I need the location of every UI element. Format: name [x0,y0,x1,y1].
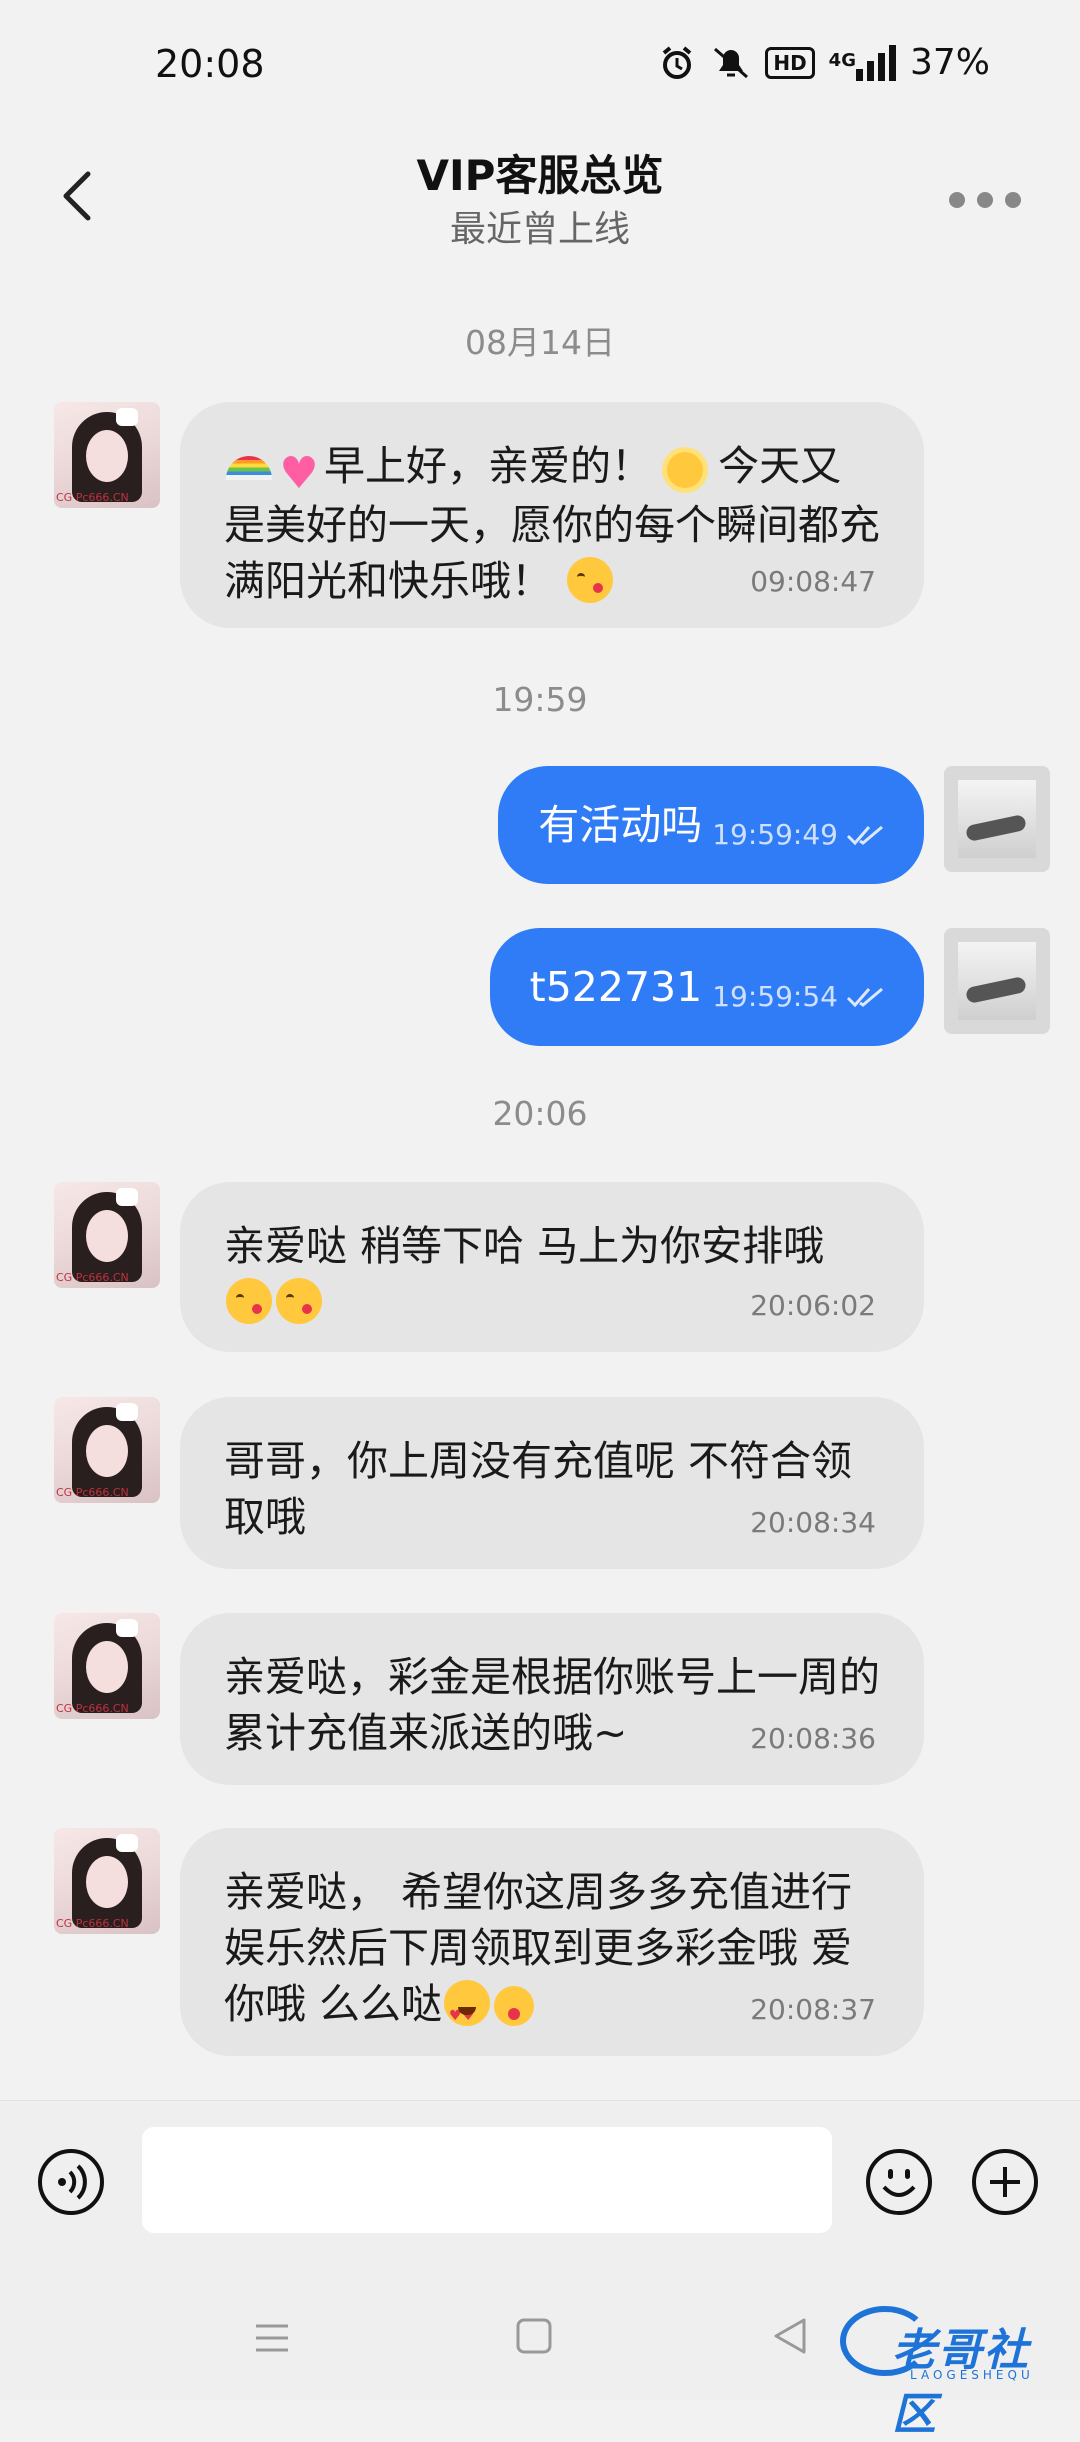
plus-icon [972,2149,1038,2215]
status-bar: 20:08 HD 4G 37% [0,0,1080,130]
battery-level: 37% [909,42,990,83]
message-input[interactable] [142,2127,832,2233]
rainbow-emoji-icon [226,456,272,480]
system-nav-bar: 老哥社区 LAOGESHEQU [0,2270,1080,2440]
status-icons: HD 4G 37% [657,42,990,83]
heart-eyes-emoji-icon [444,1980,491,2044]
voice-button[interactable] [36,2147,106,2217]
alarm-icon [657,43,697,83]
presence-status: 最近曾上线 [449,209,630,250]
home-button[interactable] [514,2316,554,2356]
message-text: t522731 [529,963,703,1011]
time-divider: 19:59 [492,680,588,719]
winking-tongue-emoji-icon [494,1986,535,2026]
message-bubble[interactable]: ♥ 早上好，亲爱的！ 今天又是美好的一天，愿你的每个瞬间都充满阳光和快乐哦！ 09… [180,402,924,628]
emoji-icon [866,2149,932,2215]
attach-button[interactable] [970,2147,1040,2217]
watermark-logo: 老哥社区 LAOGESHEQU [840,2306,1070,2440]
message-bubble[interactable]: 亲爱哒， 希望你这周多多充值进行娱乐然后下周领取到更多彩金哦 爱你哦 么么哒 2… [180,1828,924,2056]
message-time: 20:08:37 [750,1993,876,2026]
message-time: 20:08:34 [750,1506,876,1539]
user-avatar[interactable] [944,928,1050,1034]
agent-avatar[interactable]: CG Pc666.CN [54,1397,160,1503]
sun-emoji-icon [667,452,704,488]
more-dots-icon [949,192,965,208]
system-back-button[interactable] [770,2314,810,2358]
message-text: 早上好，亲爱的！ [324,442,652,490]
message-time: 20:06:02 [750,1289,876,1322]
kiss-emoji-icon [276,1278,322,1324]
agent-avatar[interactable]: CG Pc666.CN [54,1182,160,1288]
message-bubble[interactable]: 亲爱哒，彩金是根据你账号上一周的累计充值来派送的哦~ 20:08:36 [180,1613,924,1785]
message-text: 亲爱哒 稍等下哈 马上为你安排哦 [224,1222,825,1270]
user-avatar[interactable] [944,766,1050,872]
more-options-button[interactable] [930,180,1040,220]
chat-title: VIP客服总览 [416,151,664,200]
kiss-emoji-icon [226,1278,272,1324]
chat-header: VIP客服总览 最近曾上线 [0,130,1080,260]
message-time: 19:59:49 [712,818,838,851]
network-type: 4G [828,49,856,71]
hd-icon: HD [765,46,815,79]
time-divider: 20:06 [492,1094,588,1133]
message-bubble[interactable]: t522731 19:59:54 [489,928,924,1046]
signal-icon: 4G [828,44,896,81]
agent-avatar[interactable]: CG Pc666.CN [54,1828,160,1934]
status-time: 20:08 [155,42,265,86]
menu-lines-icon [256,2324,288,2352]
mute-icon [711,43,751,83]
sparkling-heart-emoji-icon: ♥ [279,448,319,499]
watermark-subtext: LAOGESHEQU [910,2368,1034,2382]
message-bubble[interactable]: 亲爱哒 稍等下哈 马上为你安排哦 20:06:02 [180,1182,924,1352]
double-check-icon [846,825,883,846]
message-time: 20:08:36 [750,1722,876,1755]
double-check-icon [846,987,883,1008]
kiss-emoji-icon [567,557,614,603]
message-time: 09:08:47 [750,565,876,598]
emoji-button[interactable] [864,2147,934,2217]
voice-icon [38,2149,104,2215]
message-time: 19:59:54 [712,980,838,1013]
agent-avatar[interactable]: CG Pc666.CN [54,1613,160,1719]
date-divider: 08月14日 [465,323,615,362]
recents-button[interactable] [250,2316,294,2360]
message-bubble[interactable]: 有活动吗 19:59:49 [498,766,924,884]
square-icon [516,2318,552,2354]
message-bubble[interactable]: 哥哥，你上周没有充值呢 不符合领取哦 20:08:34 [180,1397,924,1569]
composer-bar [0,2100,1080,2271]
triangle-back-icon [774,2318,806,2354]
agent-avatar[interactable]: CG Pc666.CN [54,402,160,508]
message-list[interactable]: 08月14日 CG Pc666.CN ♥ 早上好，亲爱的！ 今天又是美好的一天，愿… [0,290,1080,2090]
message-text: 有活动吗 [538,801,703,849]
